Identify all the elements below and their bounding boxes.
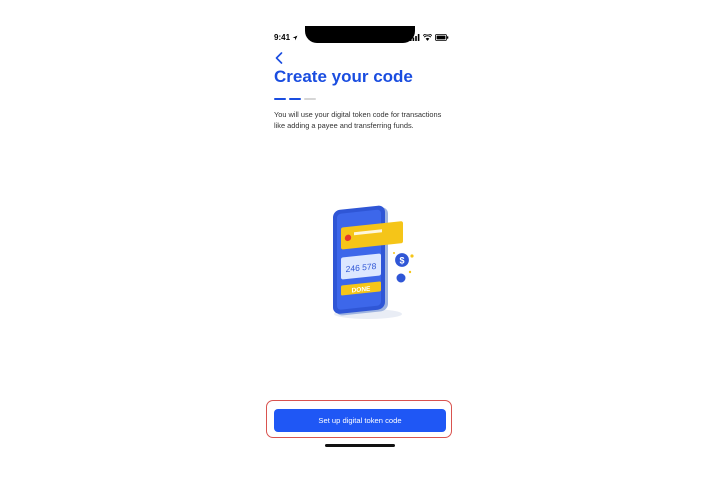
phone-token-illustration: 246 578 DONE $ (333, 205, 414, 319)
signal-icon (410, 34, 420, 41)
step-progress-indicator (274, 98, 316, 100)
illustration-sparkle-3 (393, 252, 395, 254)
location-arrow-icon (292, 35, 298, 40)
illustration-coin-small (395, 272, 407, 284)
wifi-icon (423, 34, 432, 41)
battery-icon (435, 34, 449, 41)
page-description: You will use your digital token code for… (274, 110, 442, 130)
illustration-sparkle-2 (408, 270, 412, 274)
status-bar-time: 9:41 (274, 33, 298, 42)
status-bar-icons (410, 34, 449, 41)
progress-step (304, 98, 316, 100)
back-button[interactable] (272, 51, 286, 65)
page-title: Create your code (274, 67, 413, 86)
progress-step (274, 98, 286, 100)
home-indicator[interactable] (325, 444, 395, 447)
illustration-coin-symbol: $ (399, 256, 404, 266)
chevron-left-icon (275, 52, 283, 64)
phone-screen: 9:41 Create your code You will use your … (263, 26, 459, 456)
status-time-text: 9:41 (274, 33, 291, 42)
illustration-sparkle-1 (410, 254, 414, 258)
progress-step (289, 98, 301, 100)
device-notch (305, 26, 415, 43)
screen: 9:41 Create your code You will use your … (0, 0, 720, 480)
highlight-box (266, 400, 452, 438)
